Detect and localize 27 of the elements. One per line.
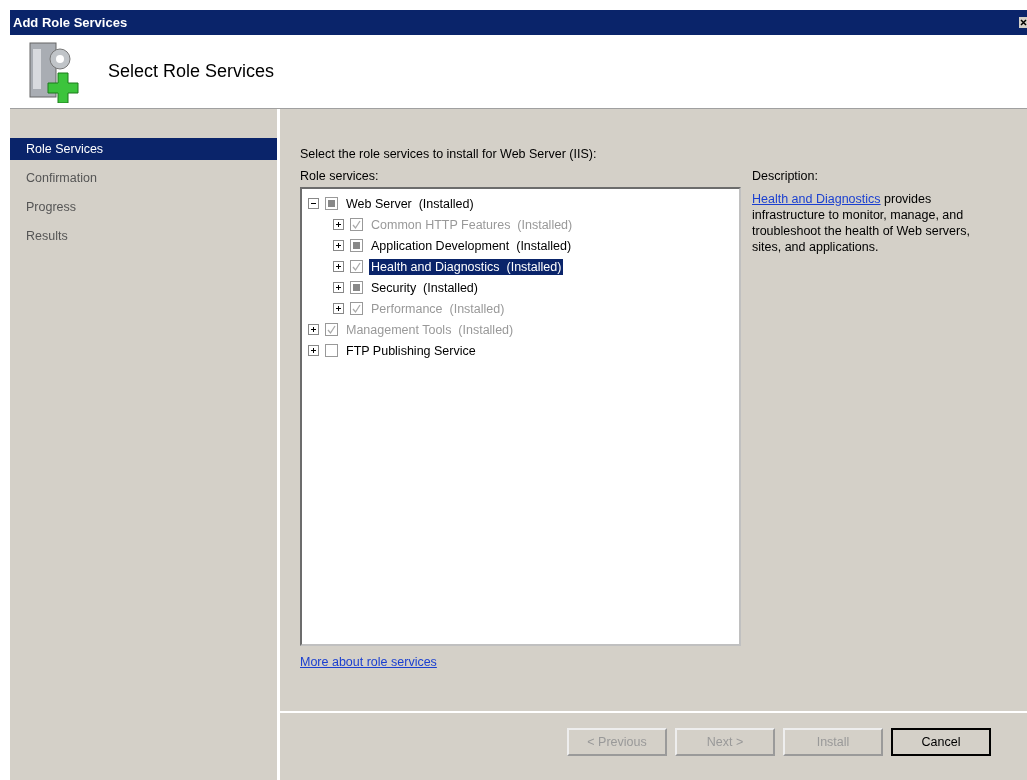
tree-item[interactable]: FTP Publishing Service [344, 342, 478, 359]
expand-icon[interactable] [308, 345, 319, 356]
tree-item[interactable]: Application Development (Installed) [369, 237, 574, 254]
expand-icon[interactable] [333, 240, 344, 251]
instruction-text: Select the role services to install for Web Server (IIS): [300, 147, 598, 161]
collapse-icon[interactable] [308, 198, 319, 209]
more-link[interactable]: More about role services [300, 655, 437, 669]
description-link[interactable]: Health and Diagnostics [752, 192, 881, 206]
tree-label: Role services: [300, 169, 380, 183]
window-title: Add Role Services [13, 15, 128, 30]
role-services-tree[interactable] [300, 187, 741, 646]
description-label: Description: [752, 169, 819, 183]
wizard-step[interactable]: Role Services [10, 138, 277, 160]
description-text: Health and Diagnostics provides infrastructure to monitor, manage, and troubleshoot the health of Web servers, sites, and applications. [752, 191, 971, 255]
checkbox[interactable] [350, 281, 363, 294]
close-icon[interactable] [1019, 17, 1027, 28]
tree-item[interactable]: Web Server (Installed) [344, 195, 476, 212]
wizard-step[interactable]: Results [10, 225, 277, 247]
checkbox[interactable] [325, 197, 338, 210]
tree-item[interactable]: Security (Installed) [369, 279, 480, 296]
wizard-step[interactable]: Confirmation [10, 167, 277, 189]
page-heading: Select Role Services [108, 61, 275, 82]
checkbox[interactable] [350, 239, 363, 252]
expand-icon[interactable] [333, 282, 344, 293]
checkbox[interactable] [325, 344, 338, 357]
wizard-button[interactable]: Cancel [891, 727, 991, 756]
wizard-step[interactable]: Progress [10, 196, 277, 218]
